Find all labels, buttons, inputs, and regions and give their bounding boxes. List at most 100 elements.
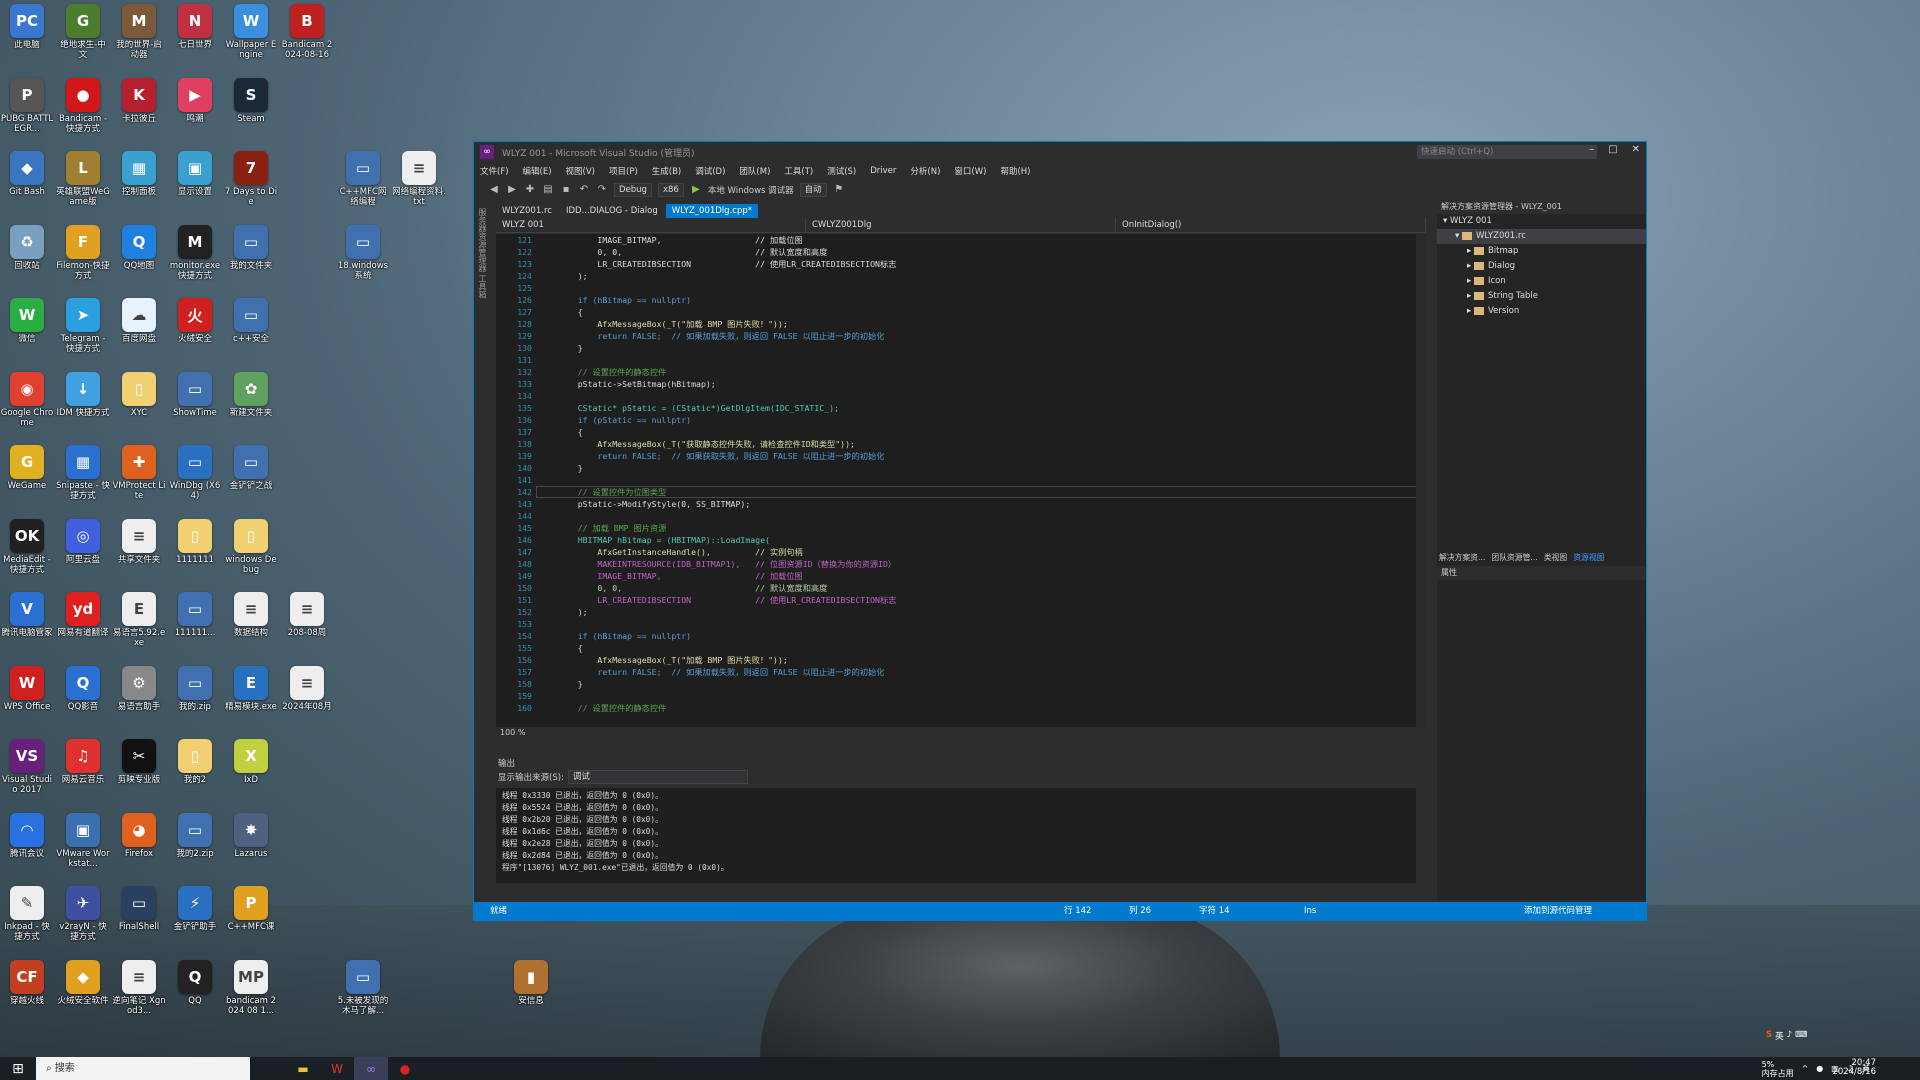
new-project-icon[interactable]: ✚ [524,184,536,196]
tray-expand-icon[interactable]: ^ [1802,1064,1809,1073]
desktop-icon[interactable]: ↓ IDM 快捷方式 [56,370,110,442]
code-line[interactable]: // 设置控件的静态控件 [558,366,1416,378]
desktop-icon[interactable]: ▭ FinalShell [112,884,166,956]
desktop-icon[interactable]: ▯ 1111111 [168,517,222,589]
desktop-icon[interactable]: ▦ 控制面板 [112,149,166,221]
menu-item[interactable]: 编辑(E) [523,165,552,177]
source-control-button[interactable]: 添加到源代码管理 [1524,902,1592,920]
maximize-button[interactable]: □ [1608,144,1617,155]
desktop-icon[interactable]: ≡ 数据结构 [224,590,278,662]
menu-item[interactable]: 窗口(W) [954,165,986,177]
code-line[interactable]: CStatic* pStatic = (CStatic*)GetDlgItem(… [558,402,1416,414]
desktop-icon[interactable]: ▮ 安信息 [504,958,558,1030]
file-explorer-icon[interactable]: ▬ [286,1057,320,1080]
tree-item-folder[interactable]: ▸ String Table [1437,289,1646,304]
menu-item[interactable]: 文件(F) [480,165,509,177]
desktop-icon[interactable]: 火火绒安全 [168,296,222,368]
desktop-icon[interactable]: K 卡拉彼丘 [112,76,166,148]
menu-item[interactable]: 视图(V) [566,165,595,177]
desktop-icon[interactable]: ▭ 我的文件夹 [224,223,278,295]
code-text[interactable]: IMAGE_BITMAP, // 加载位图 0, 0, // 默认宽度和高度 L… [558,234,1416,714]
back-icon[interactable]: ◀ [488,184,500,196]
desktop-icon[interactable]: ≡ 2024年08月 [280,664,334,736]
bookmark-icon[interactable]: ⚑ [833,184,845,196]
debugger-target-button[interactable]: 本地 Windows 调试器 [708,184,794,196]
menu-item[interactable]: 分析(N) [910,165,940,177]
code-line[interactable]: { [558,306,1416,318]
code-line[interactable]: if (hBitmap == nullptr) [558,630,1416,642]
member-dropdown[interactable]: OnInitDialog() [1116,218,1426,232]
desktop-icon[interactable]: L 英雄联盟WeGame版 [56,149,110,221]
code-line[interactable]: AfxMessageBox(_T("加载 BMP 图片失败！")); [558,654,1416,666]
desktop-icon[interactable]: ✎ Inkpad - 快捷方式 [0,884,54,956]
forward-icon[interactable]: ▶ [506,184,518,196]
desktop-icon[interactable]: X IxD [224,737,278,809]
menu-item[interactable]: Driver [870,166,896,176]
desktop-icon[interactable]: ◎ 阿里云盘 [56,517,110,589]
code-line[interactable]: // 设置控件为位图类型 [558,486,1416,498]
desktop-icon[interactable]: PC 此电脑 [0,2,54,74]
code-line[interactable]: return FALSE; // 如果加载失败，则返回 FALSE 以阻止进一步… [558,666,1416,678]
code-line[interactable]: IMAGE_BITMAP, // 加载位图 [558,570,1416,582]
quick-launch-input[interactable]: 快速启动 (Ctrl+Q) [1417,145,1597,159]
desktop-icon[interactable]: P PUBG BATTLEGR... [0,76,54,148]
code-line[interactable]: 0, 0, // 默认宽度和高度 [558,246,1416,258]
project-dropdown[interactable]: WLYZ 001 [496,218,806,232]
desktop-icon[interactable]: yd 网易有道翻译 [56,590,110,662]
platform-dropdown[interactable]: x86 [657,183,684,197]
right-panel-tab[interactable]: 资源视图 [1573,552,1604,564]
code-line[interactable]: IMAGE_BITMAP, // 加载位图 [558,234,1416,246]
desktop-icon[interactable]: ≡ 共享文件夹 [112,517,166,589]
desktop-icon[interactable]: ▭ WinDbg (X64) [168,443,222,515]
code-line[interactable]: } [558,342,1416,354]
right-panel-tab[interactable]: 类视图 [1544,552,1567,564]
desktop-icon[interactable]: ▭ 金铲铲之战 [224,443,278,515]
desktop-icon[interactable]: B Bandicam 2024-08-16 [280,2,334,74]
desktop-icon[interactable]: Q QQ [168,958,222,1030]
desktop-icon[interactable]: ▭ ShowTime [168,370,222,442]
document-tab[interactable]: IDD...DIALOG - Dialog [560,204,664,218]
desktop-icon[interactable]: Q QQ影音 [56,664,110,736]
visual-studio-taskbar-icon[interactable]: ∞ [354,1057,388,1080]
code-line[interactable]: return FALSE; // 如果获取失败，则返回 FALSE 以阻止进一步… [558,450,1416,462]
menu-item[interactable]: 测试(S) [827,165,856,177]
desktop-icon[interactable]: ◆ 火绒安全软件 [56,958,110,1030]
code-line[interactable]: pStatic->SetBitmap(hBitmap); [558,378,1416,390]
desktop-icon[interactable]: ◆ Git Bash [0,149,54,221]
code-line[interactable]: LR_CREATEDIBSECTION // 使用LR_CREATEDIBSEC… [558,258,1416,270]
desktop-icon[interactable]: W WPS Office [0,664,54,736]
tree-item-folder[interactable]: ▸ Version [1437,304,1646,319]
code-line[interactable]: AfxMessageBox(_T("加载 BMP 图片失败！")); [558,318,1416,330]
tree-item-folder[interactable]: ▸ Icon [1437,274,1646,289]
document-tab[interactable]: WLYZ001.rc [496,204,558,218]
desktop-icon[interactable]: ⚙ 易语言助手 [112,664,166,736]
code-line[interactable]: LR_CREATEDIBSECTION // 使用LR_CREATEDIBSEC… [558,594,1416,606]
desktop-icon[interactable]: ◕ Firefox [112,811,166,883]
code-line[interactable]: HBITMAP hBitmap = (HBITMAP)::LoadImage( [558,534,1416,546]
desktop-icon[interactable]: VS Visual Studio 2017 [0,737,54,809]
desktop-icon[interactable]: ✿ 新建文件夹 [224,370,278,442]
debug-mode-dropdown[interactable]: 自动 [799,183,827,197]
clock[interactable]: 20:47 2024/8/16 [1832,1059,1876,1077]
desktop-icon[interactable]: ≡ 208-08周 [280,590,334,662]
desktop-icon[interactable]: ▣ 显示设置 [168,149,222,221]
menu-item[interactable]: 项目(P) [609,165,638,177]
desktop-icon[interactable]: ▭ c++安全 [224,296,278,368]
desktop-icon[interactable]: ✸ Lazarus [224,811,278,883]
desktop-icon[interactable]: ▭ 18.windows系统 [336,223,390,295]
code-line[interactable] [558,510,1416,522]
tree-item-project[interactable]: ▾ WLYZ 001 [1437,214,1646,229]
desktop-icon[interactable]: ▶ 鸣潮 [168,76,222,148]
desktop-icon[interactable]: N 七日世界 [168,2,222,74]
desktop-icon[interactable]: ⚡ 金铲铲助手 [168,884,222,956]
start-button[interactable]: ⊞ [0,1061,36,1077]
wechat-tray-icon[interactable]: ● [1816,1064,1823,1073]
code-line[interactable]: } [558,678,1416,690]
desktop-icon[interactable]: ▭ 我的.zip [168,664,222,736]
code-line[interactable] [558,282,1416,294]
desktop-icon[interactable]: Q QQ地图 [112,223,166,295]
code-line[interactable] [558,474,1416,486]
desktop-icon[interactable]: ♻ 回收站 [0,223,54,295]
bandicam-taskbar-icon[interactable]: ● [388,1057,422,1080]
zoom-level[interactable]: 100 % [496,727,1426,739]
